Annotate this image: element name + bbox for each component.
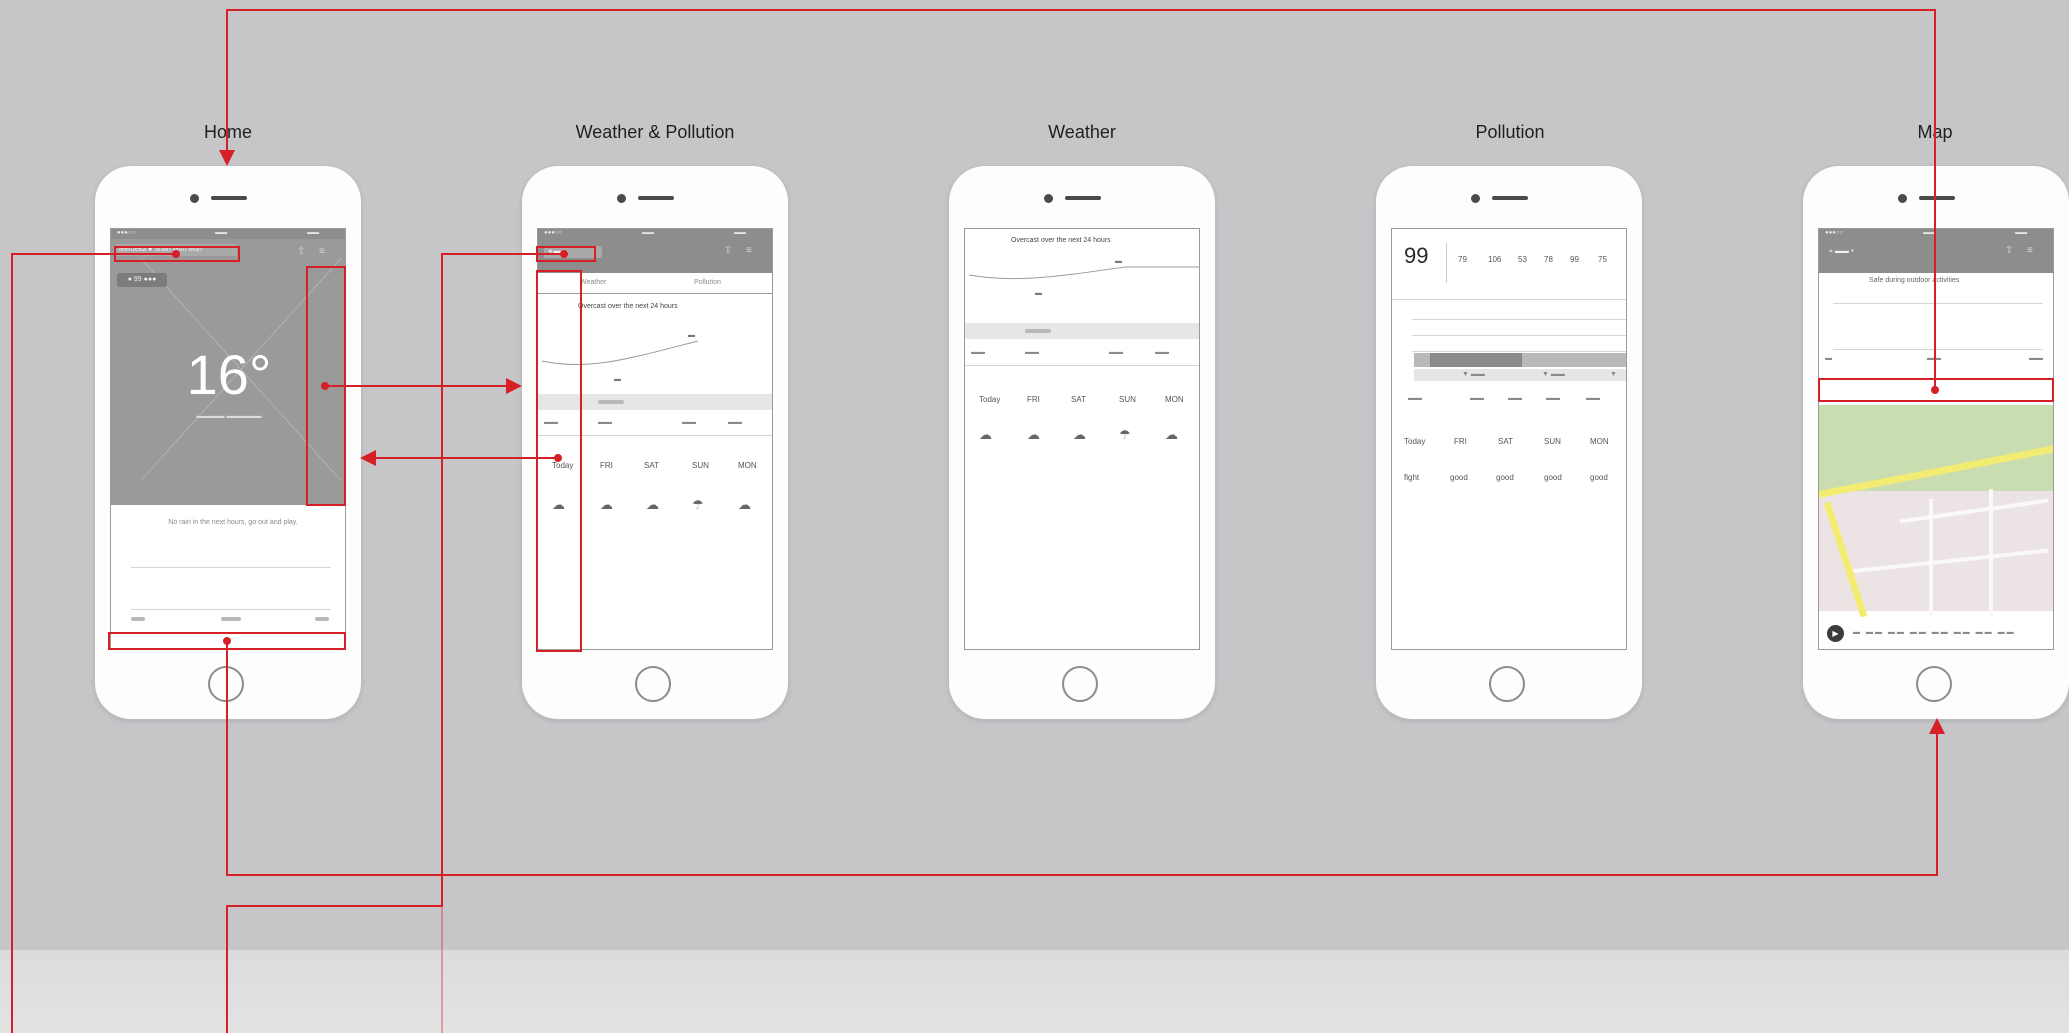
pollution-bar-fill [1430, 353, 1522, 367]
svg-text:▬: ▬ [1115, 258, 1122, 265]
title-weather: Weather [1048, 122, 1116, 142]
phone-pollution: 99 79 106 53 78 99 75 ▼ ▬▬ ▼ ▬▬ ▼ ▬▬ ▬▬ … [1376, 166, 1642, 719]
bottom-fade [0, 950, 2069, 1033]
pollution-aqi-value: 99 [1404, 243, 1429, 268]
hotspot-home-right-panel[interactable] [306, 266, 346, 506]
cloud-icon: ☁ [646, 497, 659, 512]
share-icon[interactable]: ⇧ [2005, 245, 2013, 256]
pollution-level: fight [1404, 473, 1420, 482]
menu-icon[interactable]: ≡ [746, 245, 752, 256]
wp-day: SAT [644, 461, 659, 470]
map-nav-bar: ⌖ ▬▬ ▾ ⇧ ≡ [1819, 239, 2053, 273]
share-icon[interactable]: ⇧ [724, 245, 732, 256]
pollution-level: good [1544, 473, 1562, 482]
home-button-icon[interactable] [635, 666, 671, 702]
pollutant-value: 78 [1544, 255, 1553, 264]
hotspot-map-timeline[interactable] [1818, 378, 2054, 402]
cloud-icon: ☁ [979, 427, 992, 442]
pollution-day: SAT [1498, 437, 1513, 446]
pollutant-value: 99 [1570, 255, 1579, 264]
tab-pollution[interactable]: Pollution [694, 279, 721, 286]
map-banner: Safe during outdoor activities [1869, 277, 1960, 284]
wp-day: SUN [692, 461, 709, 470]
menu-icon[interactable]: ≡ [319, 246, 325, 257]
wp-day: FRI [600, 461, 613, 470]
map-location-pill[interactable]: ⌖ ▬▬ ▾ [1825, 246, 1875, 258]
weather-day: Today [979, 395, 1001, 404]
wp-day: MON [738, 461, 757, 470]
svg-text:▬: ▬ [614, 376, 621, 383]
menu-icon[interactable]: ≡ [2027, 245, 2033, 256]
home-aqi-badge[interactable]: ● 99 ●●● [117, 273, 167, 287]
weather-day: MON [1165, 395, 1184, 404]
camera-icon [190, 194, 199, 203]
speaker-icon [211, 196, 247, 200]
pollution-level: good [1450, 473, 1468, 482]
cloud-icon: ☁ [1027, 427, 1040, 442]
weather-temperature-curve: ▬ ▬ [968, 258, 1199, 297]
hotspot-home-timeline[interactable] [108, 632, 346, 650]
cloud-rain-icon: ☂ [1119, 427, 1131, 442]
map-timeline: ▶ ▬ ▬▬ ▬▬ ▬▬ ▬▬ ▬▬ ▬▬ ▬▬ [1819, 617, 2053, 649]
svg-text:▬: ▬ [1035, 290, 1042, 297]
title-weather-pollution: Weather & Pollution [575, 122, 735, 142]
home-button-icon[interactable] [208, 666, 244, 702]
wireframe-flow-diagram: Home Weather & Pollution Weather Polluti… [0, 0, 2069, 1033]
tab-weather[interactable]: Weather [580, 279, 606, 286]
pollution-level: good [1496, 473, 1514, 482]
home-message: No rain in the next hours, go out and pl… [168, 519, 298, 526]
wp-chart-title: Overcast over the next 24 hours [578, 303, 678, 310]
pollution-day: MON [1590, 437, 1609, 446]
pollution-day: Today [1404, 437, 1426, 446]
home-button-icon[interactable] [1062, 666, 1098, 702]
pollution-screen: 99 79 106 53 78 99 75 ▼ ▬▬ ▼ ▬▬ ▼ ▬▬ ▬▬ … [1391, 228, 1627, 650]
cloud-rain-icon: ☂ [692, 497, 704, 512]
cloud-icon: ☁ [600, 497, 613, 512]
title-map: Map [1917, 122, 1953, 142]
weather-day: SAT [1071, 395, 1086, 404]
home-button-icon[interactable] [1489, 666, 1525, 702]
pollutant-value: 106 [1488, 255, 1502, 264]
title-home: Home [203, 122, 252, 142]
map-screen: ▶ ▬ ▬▬ ▬▬ ▬▬ ▬▬ ▬▬ ▬▬ ▬▬ ●●●○○ ▬▬ ▬▬ ⌖ ▬▬ … [1818, 228, 2054, 650]
status-bar: ●●●○○ ▬▬ ▬▬ [111, 229, 345, 239]
play-icon[interactable]: ▶ [1827, 625, 1844, 642]
pollution-day: SUN [1544, 437, 1561, 446]
cloud-icon: ☁ [1073, 427, 1086, 442]
hotspot-wp-back[interactable] [536, 246, 596, 262]
phone-weather: Overcast over the next 24 hours ▬ ▬ ▬▬ ▬… [949, 166, 1215, 719]
home-button-icon[interactable] [1916, 666, 1952, 702]
weather-screen: Overcast over the next 24 hours ▬ ▬ ▬▬ ▬… [964, 228, 1200, 650]
pollution-level: good [1590, 473, 1608, 482]
hotspot-wp-left-column[interactable] [536, 270, 582, 652]
weather-day: FRI [1027, 395, 1040, 404]
title-pollution: Pollution [1475, 122, 1545, 142]
cloud-icon: ☁ [738, 497, 751, 512]
weather-day: SUN [1119, 395, 1136, 404]
phone-map: ▶ ▬ ▬▬ ▬▬ ▬▬ ▬▬ ▬▬ ▬▬ ▬▬ ●●●○○ ▬▬ ▬▬ ⌖ ▬▬ … [1803, 166, 2069, 719]
share-icon[interactable]: ⇧ [297, 246, 305, 257]
hotspot-home-location[interactable] [114, 246, 240, 262]
weather-chart-title: Overcast over the next 24 hours [1011, 237, 1111, 244]
svg-text:▬: ▬ [688, 332, 695, 339]
pollutant-value: 75 [1598, 255, 1607, 264]
pollutant-value: 53 [1518, 255, 1527, 264]
cloud-icon: ☁ [1165, 427, 1178, 442]
pollutant-value: 79 [1458, 255, 1467, 264]
pollution-day: FRI [1454, 437, 1467, 446]
